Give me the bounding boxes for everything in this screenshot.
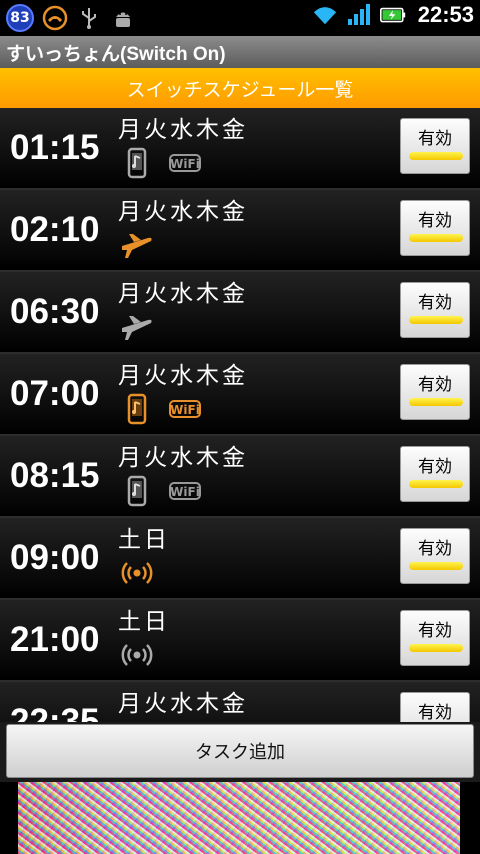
toggle-label: 有効 bbox=[418, 129, 452, 149]
battery-charging-icon bbox=[379, 2, 406, 28]
schedule-row[interactable]: 06:30 月火水木金 有効 bbox=[0, 272, 480, 354]
wifi-on-icon: WiFi bbox=[168, 392, 202, 426]
schedule-row[interactable]: 07:00 月火水木金 WiFi 有効 bbox=[0, 354, 480, 436]
schedule-days: 土日 bbox=[118, 527, 170, 553]
ringer-on-icon bbox=[120, 556, 154, 590]
toggle-label: 有効 bbox=[418, 211, 452, 231]
schedule-time: 09:00 bbox=[10, 538, 100, 577]
enable-toggle-button[interactable]: 有効 bbox=[400, 692, 470, 722]
schedule-list-title: スイッチスケジュール一覧 bbox=[126, 78, 354, 101]
enable-toggle-button[interactable]: 有効 bbox=[400, 446, 470, 502]
toggle-label: 有効 bbox=[418, 293, 452, 313]
toggle-indicator bbox=[409, 316, 463, 324]
schedule-icons bbox=[120, 638, 154, 672]
svg-text:WiFi: WiFi bbox=[170, 485, 200, 499]
enable-toggle-button[interactable]: 有効 bbox=[400, 610, 470, 666]
schedule-days: 月火水木金 bbox=[118, 281, 248, 307]
schedule-icons: WiFi bbox=[120, 474, 202, 508]
add-task-button[interactable]: タスク追加 bbox=[6, 724, 474, 778]
usb-icon bbox=[76, 5, 102, 31]
status-bar-left: 83 bbox=[6, 4, 136, 32]
toggle-indicator bbox=[409, 480, 463, 488]
toggle-indicator bbox=[409, 234, 463, 242]
ad-area bbox=[0, 782, 480, 854]
app-title: すいっちょん(Switch On) bbox=[6, 44, 226, 65]
svg-text:WiFi: WiFi bbox=[170, 157, 200, 171]
schedule-icons: WiFi bbox=[120, 392, 202, 426]
vibrate-icon bbox=[120, 474, 154, 508]
toggle-label: 有効 bbox=[418, 539, 452, 559]
schedule-icons: WiFi bbox=[120, 146, 202, 180]
status-time: 22:53 bbox=[417, 2, 474, 27]
toggle-indicator bbox=[409, 644, 463, 652]
enable-toggle-button[interactable]: 有効 bbox=[400, 282, 470, 338]
svg-text:WiFi: WiFi bbox=[170, 403, 200, 417]
schedule-row[interactable]: 09:00 土日 有効 bbox=[0, 518, 480, 600]
schedule-icons bbox=[120, 228, 154, 262]
vibrate-icon bbox=[120, 146, 154, 180]
schedule-days: 月火水木金 bbox=[118, 199, 248, 225]
wifi-off-icon: WiFi bbox=[168, 474, 202, 508]
add-task-bar: タスク追加 bbox=[0, 722, 480, 782]
schedule-list-header: スイッチスケジュール一覧 bbox=[0, 68, 480, 108]
enable-toggle-button[interactable]: 有効 bbox=[400, 118, 470, 174]
toggle-label: 有効 bbox=[418, 703, 452, 722]
ad-banner[interactable] bbox=[18, 782, 460, 854]
status-bar: 83 22:53 bbox=[0, 0, 480, 36]
schedule-days: 土日 bbox=[118, 609, 170, 635]
schedule-list[interactable]: 01:15 月火水木金 WiFi 有効 02:10 月火水木金 有効 06:30… bbox=[0, 108, 480, 722]
schedule-days: 月火水木金 bbox=[118, 117, 248, 143]
toggle-indicator bbox=[409, 152, 463, 160]
schedule-days: 月火水木金 bbox=[118, 691, 248, 717]
schedule-time: 02:10 bbox=[10, 210, 100, 249]
toggle-label: 有効 bbox=[418, 621, 452, 641]
toggle-label: 有効 bbox=[418, 375, 452, 395]
wifi-off-icon: WiFi bbox=[168, 146, 202, 180]
schedule-time: 08:15 bbox=[10, 456, 100, 495]
schedule-time: 21:00 bbox=[10, 620, 100, 659]
toggle-indicator bbox=[409, 398, 463, 406]
toggle-indicator bbox=[409, 562, 463, 570]
schedule-row[interactable]: 08:15 月火水木金 WiFi 有効 bbox=[0, 436, 480, 518]
schedule-time: 06:30 bbox=[10, 292, 100, 331]
schedule-time: 22:35 bbox=[10, 702, 100, 722]
schedule-icons bbox=[120, 556, 154, 590]
schedule-row[interactable]: 22:35 月火水木金 有効 bbox=[0, 682, 480, 722]
notification-count-badge: 83 bbox=[6, 4, 34, 32]
vibrate-on-icon bbox=[120, 392, 154, 426]
enable-toggle-button[interactable]: 有効 bbox=[400, 200, 470, 256]
schedule-row[interactable]: 01:15 月火水木金 WiFi 有効 bbox=[0, 108, 480, 190]
schedule-time: 01:15 bbox=[10, 128, 100, 167]
missed-call-icon bbox=[42, 5, 68, 31]
schedule-days: 月火水木金 bbox=[118, 363, 248, 389]
enable-toggle-button[interactable]: 有効 bbox=[400, 364, 470, 420]
signal-icon bbox=[346, 2, 372, 28]
airplane-mode-on-icon bbox=[120, 228, 154, 262]
android-debug-icon bbox=[110, 5, 136, 31]
enable-toggle-button[interactable]: 有効 bbox=[400, 528, 470, 584]
schedule-days: 月火水木金 bbox=[118, 445, 248, 471]
schedule-row[interactable]: 21:00 土日 有効 bbox=[0, 600, 480, 682]
airplane-mode-off-icon bbox=[120, 310, 154, 344]
schedule-time: 07:00 bbox=[10, 374, 100, 413]
schedule-icons bbox=[120, 310, 154, 344]
schedule-row[interactable]: 02:10 月火水木金 有効 bbox=[0, 190, 480, 272]
status-bar-right: 22:53 bbox=[312, 2, 474, 28]
ringer-off-icon bbox=[120, 638, 154, 672]
wifi-icon bbox=[312, 2, 338, 28]
app-title-bar: すいっちょん(Switch On) bbox=[0, 36, 480, 68]
toggle-label: 有効 bbox=[418, 457, 452, 477]
